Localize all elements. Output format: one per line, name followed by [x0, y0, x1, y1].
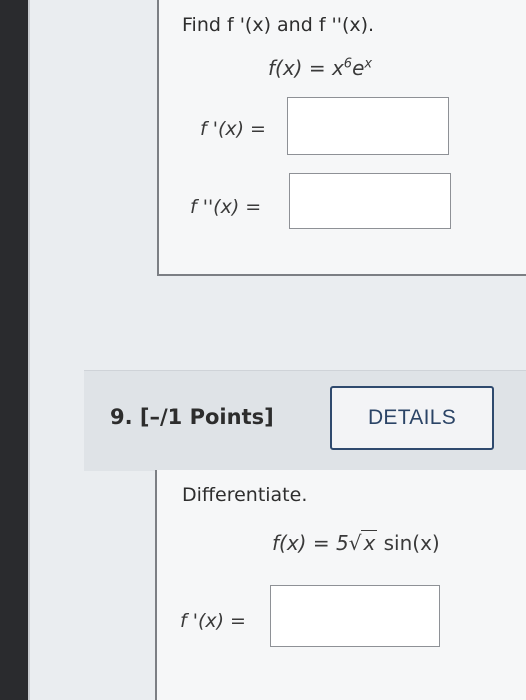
problem-9-title: 9. [–/1 Points] — [110, 405, 274, 429]
function-exponent: 6 — [343, 56, 353, 72]
left-edge-strip — [0, 0, 28, 700]
function-rest: e — [352, 56, 365, 80]
problem-8-function: f(x) = x6ex — [268, 56, 372, 80]
first-derivative-input[interactable] — [287, 97, 449, 155]
details-button[interactable]: DETAILS — [330, 386, 494, 450]
problem-9-function: f(x) = 5√ x sin(x) — [272, 530, 440, 555]
function-rest: sin(x) — [377, 531, 440, 555]
function-lhs: f(x) = x — [268, 56, 344, 80]
derivative-input[interactable] — [270, 585, 440, 647]
sqrt-symbol: √ — [348, 531, 362, 555]
derivative-label: f '(x) = — [180, 610, 246, 632]
problem-9-prompt: Differentiate. — [182, 484, 308, 506]
function-rest-exponent: x — [364, 56, 373, 72]
points-label: [–/1 Points] — [139, 405, 274, 429]
second-derivative-input[interactable] — [289, 173, 451, 229]
first-derivative-label: f '(x) = — [200, 118, 266, 140]
problem-8-prompt: Find f '(x) and f ''(x). — [182, 14, 375, 36]
problem-number: 9. — [110, 405, 133, 429]
sqrt-expression: √ x — [348, 530, 378, 555]
second-derivative-label: f ''(x) = — [190, 196, 262, 218]
function-lhs: f(x) = 5 — [272, 531, 349, 555]
sqrt-argument: x — [361, 530, 378, 555]
